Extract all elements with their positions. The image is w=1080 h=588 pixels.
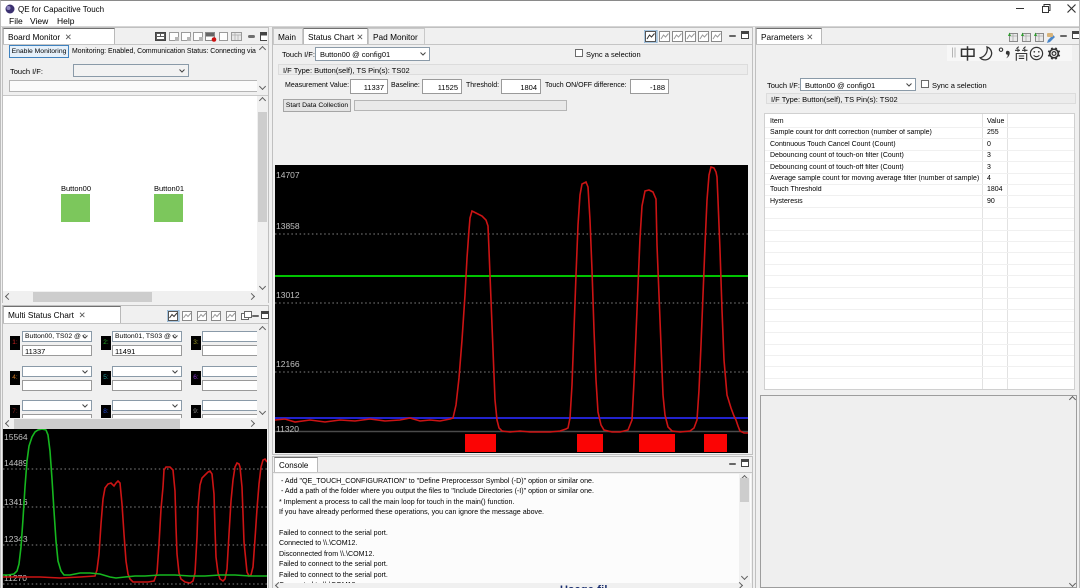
svg-text:13012: 13012 [276, 290, 300, 300]
svg-text:12343: 12343 [4, 534, 28, 544]
svg-text:15564: 15564 [4, 432, 28, 442]
svg-text:13858: 13858 [276, 221, 300, 231]
svg-text:14489: 14489 [4, 458, 28, 468]
svg-text:12166: 12166 [276, 359, 300, 369]
svg-text:11320: 11320 [276, 424, 299, 434]
svg-text:14707: 14707 [276, 170, 300, 180]
